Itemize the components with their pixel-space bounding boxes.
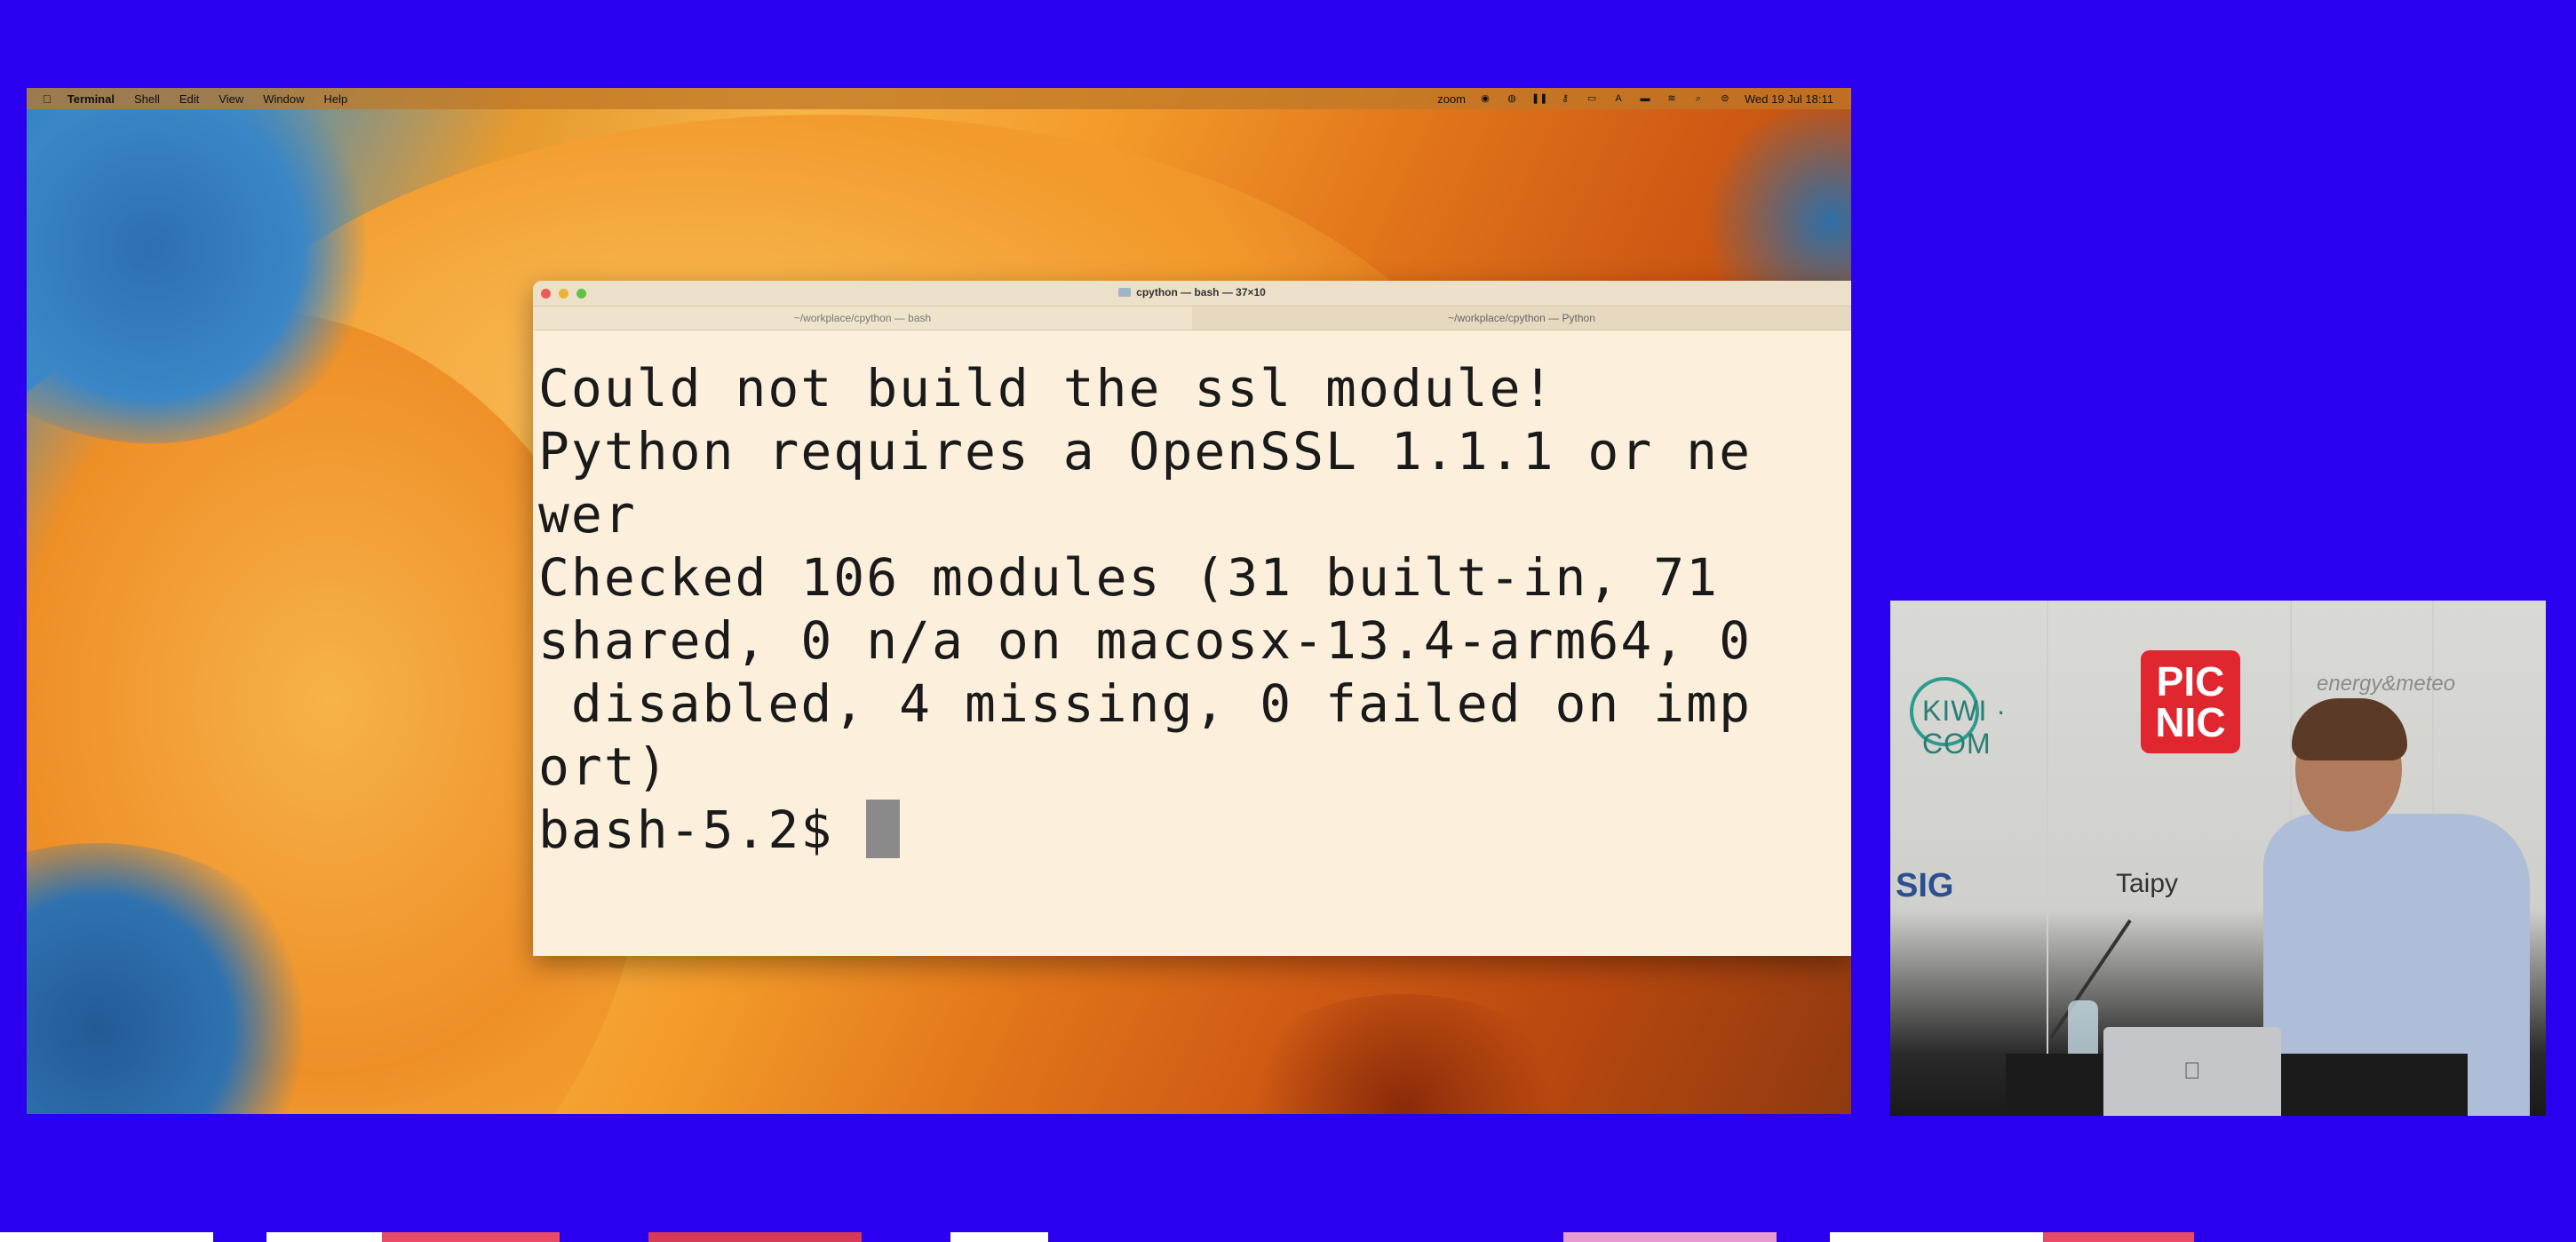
terminal-window[interactable]: cpython — bash — 37×10 ~/workplace/cpyth… — [533, 281, 1851, 956]
kiwi-logo: KIWI · COM — [1903, 670, 2071, 760]
laptop:  — [2103, 1027, 2281, 1116]
apple-logo-icon:  — [2183, 1057, 2201, 1085]
bottom-ticker-strip — [0, 1232, 2576, 1242]
strip-segment — [1777, 1232, 1830, 1242]
tab-bash[interactable]: ~/workplace/cpython — bash — [533, 307, 1192, 330]
strip-segment — [266, 1232, 382, 1242]
strip-segment — [1048, 1232, 1563, 1242]
tab-bar: ~/workplace/cpython — bash ~/workplace/c… — [533, 307, 1851, 330]
globe-icon[interactable]: ◍ — [1505, 93, 1519, 104]
terminal-output[interactable]: Could not build the ssl module! Python re… — [533, 330, 1851, 862]
strip-segment — [648, 1232, 862, 1242]
speaker-hair — [2292, 698, 2407, 760]
zoom-status[interactable]: zoom — [1437, 92, 1466, 106]
strip-segment — [560, 1232, 648, 1242]
apple-menu-icon[interactable]:  — [43, 92, 52, 106]
strip-segment — [213, 1232, 266, 1242]
output-line: shared, 0 n/a on macosx-13.4-arm64, 0 — [538, 610, 1753, 671]
menu-bar:  Terminal Shell Edit View Window Help z… — [27, 88, 1851, 109]
taipy-logo: Taipy — [2116, 869, 2179, 898]
menu-app-name[interactable]: Terminal — [68, 92, 115, 106]
text-cursor — [866, 800, 901, 858]
window-title: cpython — bash — 37×10 — [533, 286, 1851, 299]
window-icon[interactable]: ▭ — [1585, 93, 1599, 104]
input-source-icon[interactable]: A — [1611, 93, 1626, 104]
strip-segment — [382, 1232, 560, 1242]
strip-segment — [1830, 1232, 2043, 1242]
strip-segment — [2043, 1232, 2194, 1242]
wallpaper-shadow — [1226, 994, 1581, 1114]
terminal-titlebar[interactable]: cpython — bash — 37×10 — [533, 281, 1851, 307]
record-icon[interactable]: ◉ — [1478, 93, 1492, 104]
folder-icon — [1118, 288, 1132, 297]
search-icon[interactable]: ⌕ — [1691, 93, 1705, 104]
prompt-line[interactable]: bash-5.2$ — [538, 799, 1846, 862]
menu-clock[interactable]: Wed 19 Jul 18:11 — [1745, 92, 1833, 106]
desktop-screen:  Terminal Shell Edit View Window Help z… — [27, 88, 1851, 1114]
menu-edit[interactable]: Edit — [179, 92, 199, 106]
control-center-icon[interactable]: ⊜ — [1718, 93, 1732, 104]
sig-logo: SIG — [1896, 867, 1954, 904]
strip-segment — [950, 1232, 1048, 1242]
output-line: Python requires a OpenSSL 1.1.1 or ne — [538, 421, 1753, 482]
status-area: zoom ◉ ◍ ❚❚ ⚷ ▭ A ▬ ≋ ⌕ ⊜ Wed 19 Jul 18:… — [1437, 88, 1833, 109]
kiwi-logo-text: KIWI · COM — [1922, 695, 2007, 760]
shell-prompt: bash-5.2$ — [538, 800, 867, 860]
output-line: Checked 106 modules (31 built-in, 71 — [538, 547, 1753, 608]
menu-help[interactable]: Help — [324, 92, 348, 106]
strip-segment — [0, 1232, 213, 1242]
wifi-icon[interactable]: ≋ — [1665, 93, 1679, 104]
picnic-logo: PIC NIC — [2141, 650, 2240, 753]
strip-segment — [1563, 1232, 1777, 1242]
window-title-text: cpython — bash — 37×10 — [1136, 286, 1266, 299]
speaker-camera-feed: KIWI · COM PIC NIC energy&meteo SIG Taip… — [1890, 601, 2546, 1116]
pause-icon[interactable]: ❚❚ — [1531, 93, 1547, 104]
menu-window[interactable]: Window — [263, 92, 304, 106]
output-line: ort) — [538, 736, 670, 797]
strip-segment — [2194, 1232, 2221, 1242]
output-line: disabled, 4 missing, 0 failed on imp — [538, 673, 1753, 734]
menu-shell[interactable]: Shell — [134, 92, 160, 106]
key-icon[interactable]: ⚷ — [1558, 93, 1572, 104]
tab-python[interactable]: ~/workplace/cpython — Python — [1192, 307, 1851, 330]
output-line: wer — [538, 484, 637, 545]
strip-segment — [862, 1232, 950, 1242]
menu-view[interactable]: View — [219, 92, 243, 106]
energy-meteo-logo: energy&meteo — [2317, 672, 2456, 696]
output-line: Could not build the ssl module! — [538, 358, 1555, 418]
battery-icon[interactable]: ▬ — [1638, 93, 1652, 104]
